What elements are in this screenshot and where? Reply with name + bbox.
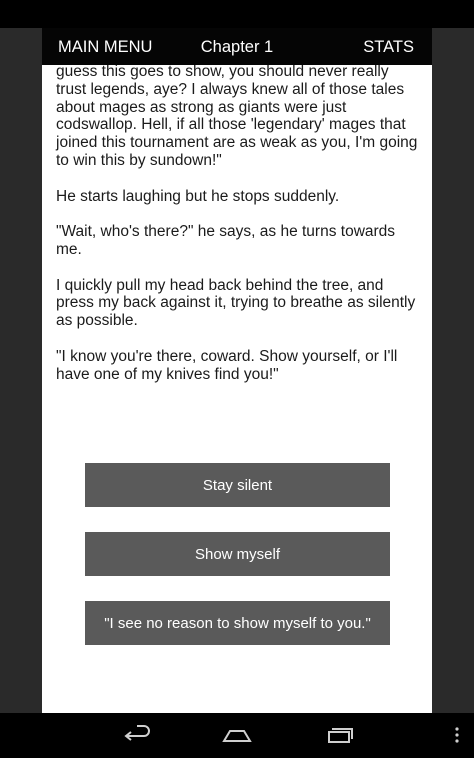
story-paragraph: "Wait, who's there?" he says, as he turn… [56,223,396,258]
status-bar [0,0,474,28]
choice-refuse-button[interactable]: "I see no reason to show myself to you." [85,601,390,645]
back-icon[interactable] [117,721,157,749]
story-paragraph: guess this goes to show, you should neve… [56,65,418,169]
app-screen: MAIN MENU Chapter 1 STATS guess this goe… [0,0,474,758]
title-bar: MAIN MENU Chapter 1 STATS [42,28,432,65]
story-paragraph: I quickly pull my head back behind the t… [56,276,416,330]
overflow-menu-icon[interactable] [447,721,467,749]
story-paragraph: He starts laughing but he stops suddenly… [56,187,340,205]
story-paragraph: "I know you're there, coward. Show yours… [56,347,398,383]
stats-button[interactable]: STATS [363,38,414,56]
home-icon[interactable] [217,721,257,749]
story-text: guess this goes to show, you should neve… [56,65,422,401]
choice-stay-silent-button[interactable]: Stay silent [85,463,390,507]
story-panel[interactable]: guess this goes to show, you should neve… [42,65,432,713]
navigation-bar [0,713,474,758]
recent-apps-icon[interactable] [319,721,359,749]
choice-show-myself-button[interactable]: Show myself [85,532,390,576]
